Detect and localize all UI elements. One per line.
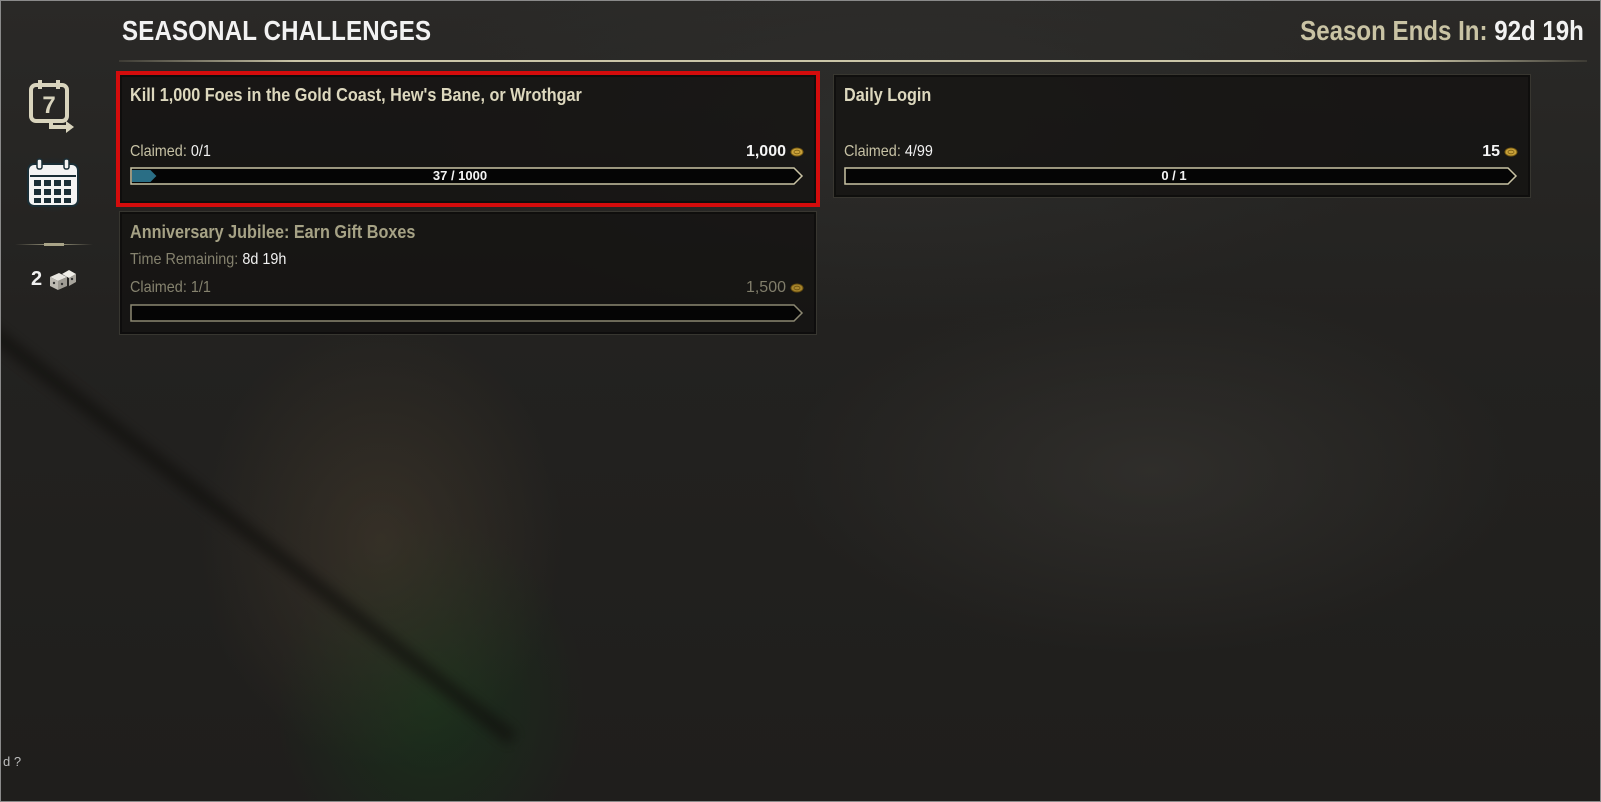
challenge-card-anniversary-jubilee[interactable]: Anniversary Jubilee: Earn Gift Boxes Tim… bbox=[119, 211, 817, 335]
gold-coin-icon bbox=[790, 283, 804, 293]
challenge-card-kill-foes[interactable]: Kill 1,000 Foes in the Gold Coast, Hew's… bbox=[116, 71, 820, 207]
gift-box-counter: 2 bbox=[31, 268, 77, 291]
reward-amount: 15 bbox=[1482, 143, 1500, 160]
claimed-row: Claimed: 0/1 bbox=[130, 143, 211, 161]
page-title: SEASONAL CHALLENGES bbox=[122, 15, 432, 46]
claimed-value: 0/1 bbox=[190, 143, 211, 160]
time-remaining-value: 8d 19h bbox=[242, 251, 287, 268]
corner-text: d ? bbox=[3, 754, 22, 769]
weekly-calendar-icon: 7 bbox=[29, 80, 74, 133]
gold-coin-icon bbox=[1504, 147, 1518, 157]
challenge-title: Kill 1,000 Foes in the Gold Coast, Hew's… bbox=[130, 85, 582, 105]
seasonal-tab-button[interactable] bbox=[25, 156, 81, 212]
claimed-label: Claimed: bbox=[130, 279, 187, 296]
season-ends-value: 92d 19h bbox=[1494, 15, 1584, 46]
sidebar-divider bbox=[15, 243, 93, 246]
dice-gift-icon bbox=[50, 269, 77, 290]
claimed-value: 4/99 bbox=[904, 143, 933, 160]
game-window: SEASONAL CHALLENGES Season Ends In: 92d … bbox=[0, 0, 1601, 802]
reward-amount: 1,000 bbox=[745, 143, 786, 160]
time-remaining-label: Time Remaining: bbox=[130, 251, 239, 268]
progress-bar: 37 / 1000 bbox=[130, 167, 804, 185]
claimed-row: Claimed: 4/99 bbox=[844, 143, 933, 161]
progress-bar: 0 / 1 bbox=[844, 167, 1518, 185]
weekly-calendar-number: 7 bbox=[42, 92, 55, 119]
claimed-label: Claimed: bbox=[130, 143, 187, 160]
progress-text: 0 / 1 bbox=[1161, 168, 1187, 183]
challenge-title: Anniversary Jubilee: Earn Gift Boxes bbox=[130, 222, 416, 242]
progress-bar bbox=[130, 304, 804, 322]
reward: 1,500 bbox=[746, 279, 804, 297]
header-divider bbox=[119, 60, 1587, 62]
season-ends-timer: Season Ends In: 92d 19h bbox=[1300, 15, 1584, 47]
gift-box-count: 2 bbox=[31, 268, 43, 290]
time-remaining-row: Time Remaining: 8d 19h bbox=[130, 251, 286, 269]
calendar-grid-icon bbox=[27, 158, 79, 207]
reward: 1,000 bbox=[746, 143, 804, 161]
claimed-value: 1/1 bbox=[190, 279, 211, 296]
challenge-card-daily-login[interactable]: Daily Login Claimed: 4/99 15 0 / 1 bbox=[833, 74, 1531, 198]
reward: 15 bbox=[1482, 143, 1518, 161]
claimed-row: Claimed: 1/1 bbox=[130, 279, 211, 297]
season-ends-label: Season Ends In: bbox=[1300, 15, 1488, 46]
gold-coin-icon bbox=[790, 147, 804, 157]
reward-amount: 1,500 bbox=[745, 279, 786, 296]
weekly-tab-button[interactable]: 7 bbox=[25, 77, 81, 133]
challenge-title: Daily Login bbox=[844, 85, 932, 105]
progress-text bbox=[130, 304, 790, 322]
claimed-label: Claimed: bbox=[844, 143, 901, 160]
progress-text: 37 / 1000 bbox=[432, 168, 488, 183]
